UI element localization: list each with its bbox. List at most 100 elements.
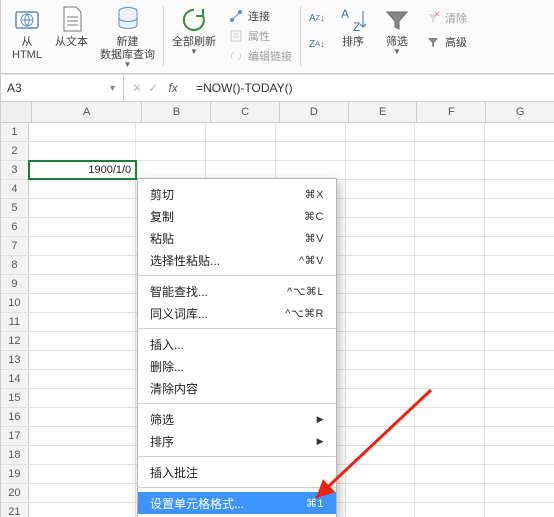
cell[interactable] — [485, 332, 554, 350]
cell[interactable] — [29, 123, 136, 141]
advanced-filter-button[interactable]: 高级 — [425, 32, 467, 52]
connections-button[interactable]: 连接 — [228, 6, 270, 26]
cell[interactable] — [346, 408, 416, 426]
cell[interactable] — [29, 332, 136, 350]
cell[interactable] — [29, 408, 136, 426]
cell[interactable] — [485, 446, 554, 464]
cell[interactable] — [346, 465, 416, 483]
formula-input[interactable]: =NOW()-TODAY() — [190, 81, 554, 95]
menu-clear-contents[interactable]: 清除内容 — [138, 377, 336, 399]
menu-thesaurus[interactable]: 同义词库...^⌥⌘R — [138, 302, 336, 324]
cell[interactable] — [415, 427, 485, 445]
row-header[interactable]: 12 — [1, 332, 29, 350]
cell[interactable] — [346, 218, 416, 236]
cell[interactable] — [136, 123, 206, 141]
cell[interactable] — [415, 199, 485, 217]
cancel-formula-icon[interactable]: ✕ — [132, 81, 142, 95]
name-box[interactable]: A3▼ — [1, 75, 124, 101]
cell[interactable] — [29, 275, 136, 293]
row-header[interactable]: 13 — [1, 351, 29, 369]
cell[interactable] — [415, 446, 485, 464]
cell[interactable] — [346, 503, 416, 517]
cell[interactable] — [346, 256, 416, 274]
cell[interactable] — [276, 123, 346, 141]
cell[interactable] — [206, 142, 276, 160]
row-header[interactable]: 11 — [1, 313, 29, 331]
cell[interactable] — [415, 218, 485, 236]
cell[interactable] — [485, 427, 554, 445]
cell[interactable] — [206, 123, 276, 141]
cell[interactable] — [415, 389, 485, 407]
row-header[interactable]: 2 — [1, 142, 29, 160]
cell[interactable] — [485, 370, 554, 388]
cell[interactable] — [415, 503, 485, 517]
cell[interactable] — [415, 408, 485, 426]
row-header[interactable]: 14 — [1, 370, 29, 388]
cell[interactable] — [29, 484, 136, 502]
cell[interactable] — [136, 161, 206, 179]
cell[interactable] — [29, 237, 136, 255]
cell[interactable] — [29, 142, 136, 160]
row-header[interactable]: 5 — [1, 199, 29, 217]
cell[interactable] — [29, 256, 136, 274]
cell[interactable] — [346, 389, 416, 407]
cell[interactable] — [485, 256, 554, 274]
cell[interactable] — [415, 256, 485, 274]
col-header-D[interactable]: D — [280, 102, 349, 122]
cell[interactable] — [346, 180, 416, 198]
cell[interactable] — [415, 142, 485, 160]
menu-smart-lookup[interactable]: 智能查找...^⌥⌘L — [138, 280, 336, 302]
cell[interactable] — [485, 123, 554, 141]
cell[interactable] — [346, 351, 416, 369]
row-header[interactable]: 10 — [1, 294, 29, 312]
cell[interactable] — [415, 332, 485, 350]
cell[interactable] — [485, 294, 554, 312]
filter-button[interactable]: 筛选 ▼ — [375, 2, 419, 72]
cell[interactable] — [485, 161, 554, 179]
fx-icon[interactable]: fx — [164, 81, 182, 95]
menu-format-cells[interactable]: 设置单元格格式...⌘1 — [138, 492, 336, 514]
row-header[interactable]: 4 — [1, 180, 29, 198]
menu-paste-special[interactable]: 选择性粘贴...^⌘V — [138, 249, 336, 271]
cell[interactable] — [415, 237, 485, 255]
cell[interactable] — [346, 161, 416, 179]
cell[interactable] — [346, 484, 416, 502]
select-all-corner[interactable] — [1, 102, 32, 122]
cell[interactable] — [29, 503, 136, 517]
row-header[interactable]: 9 — [1, 275, 29, 293]
cell[interactable] — [29, 351, 136, 369]
clear-filter-button[interactable]: 清除 — [425, 8, 467, 28]
cell[interactable] — [29, 218, 136, 236]
cell[interactable] — [29, 465, 136, 483]
cell[interactable] — [485, 218, 554, 236]
cell[interactable] — [346, 199, 416, 217]
menu-filter-sub[interactable]: 筛选 — [138, 408, 336, 430]
col-header-G[interactable]: G — [486, 102, 554, 122]
cell[interactable] — [346, 142, 416, 160]
cell[interactable] — [485, 503, 554, 517]
menu-insert[interactable]: 插入... — [138, 333, 336, 355]
row-header[interactable]: 20 — [1, 484, 29, 502]
cell[interactable] — [485, 142, 554, 160]
row-header[interactable]: 8 — [1, 256, 29, 274]
menu-paste[interactable]: 粘贴⌘V — [138, 227, 336, 249]
cell[interactable] — [415, 294, 485, 312]
cell[interactable] — [346, 332, 416, 350]
sort-desc-button[interactable]: ZA↓ — [309, 34, 325, 54]
cell[interactable] — [276, 161, 346, 179]
cell[interactable] — [276, 142, 346, 160]
row-header[interactable]: 6 — [1, 218, 29, 236]
properties-button[interactable]: 属性 — [228, 26, 270, 46]
cell[interactable] — [29, 446, 136, 464]
cell[interactable] — [485, 465, 554, 483]
row-header[interactable]: 19 — [1, 465, 29, 483]
sort-asc-button[interactable]: AZ↓ — [309, 8, 325, 28]
cell[interactable] — [485, 484, 554, 502]
col-header-A[interactable]: A — [32, 102, 143, 122]
from-text-button[interactable]: 从文本 — [49, 2, 94, 72]
menu-insert-comment[interactable]: 插入批注 — [138, 461, 336, 483]
col-header-B[interactable]: B — [142, 102, 211, 122]
cell[interactable] — [136, 142, 206, 160]
cell[interactable] — [29, 389, 136, 407]
row-header[interactable]: 1 — [1, 123, 29, 141]
